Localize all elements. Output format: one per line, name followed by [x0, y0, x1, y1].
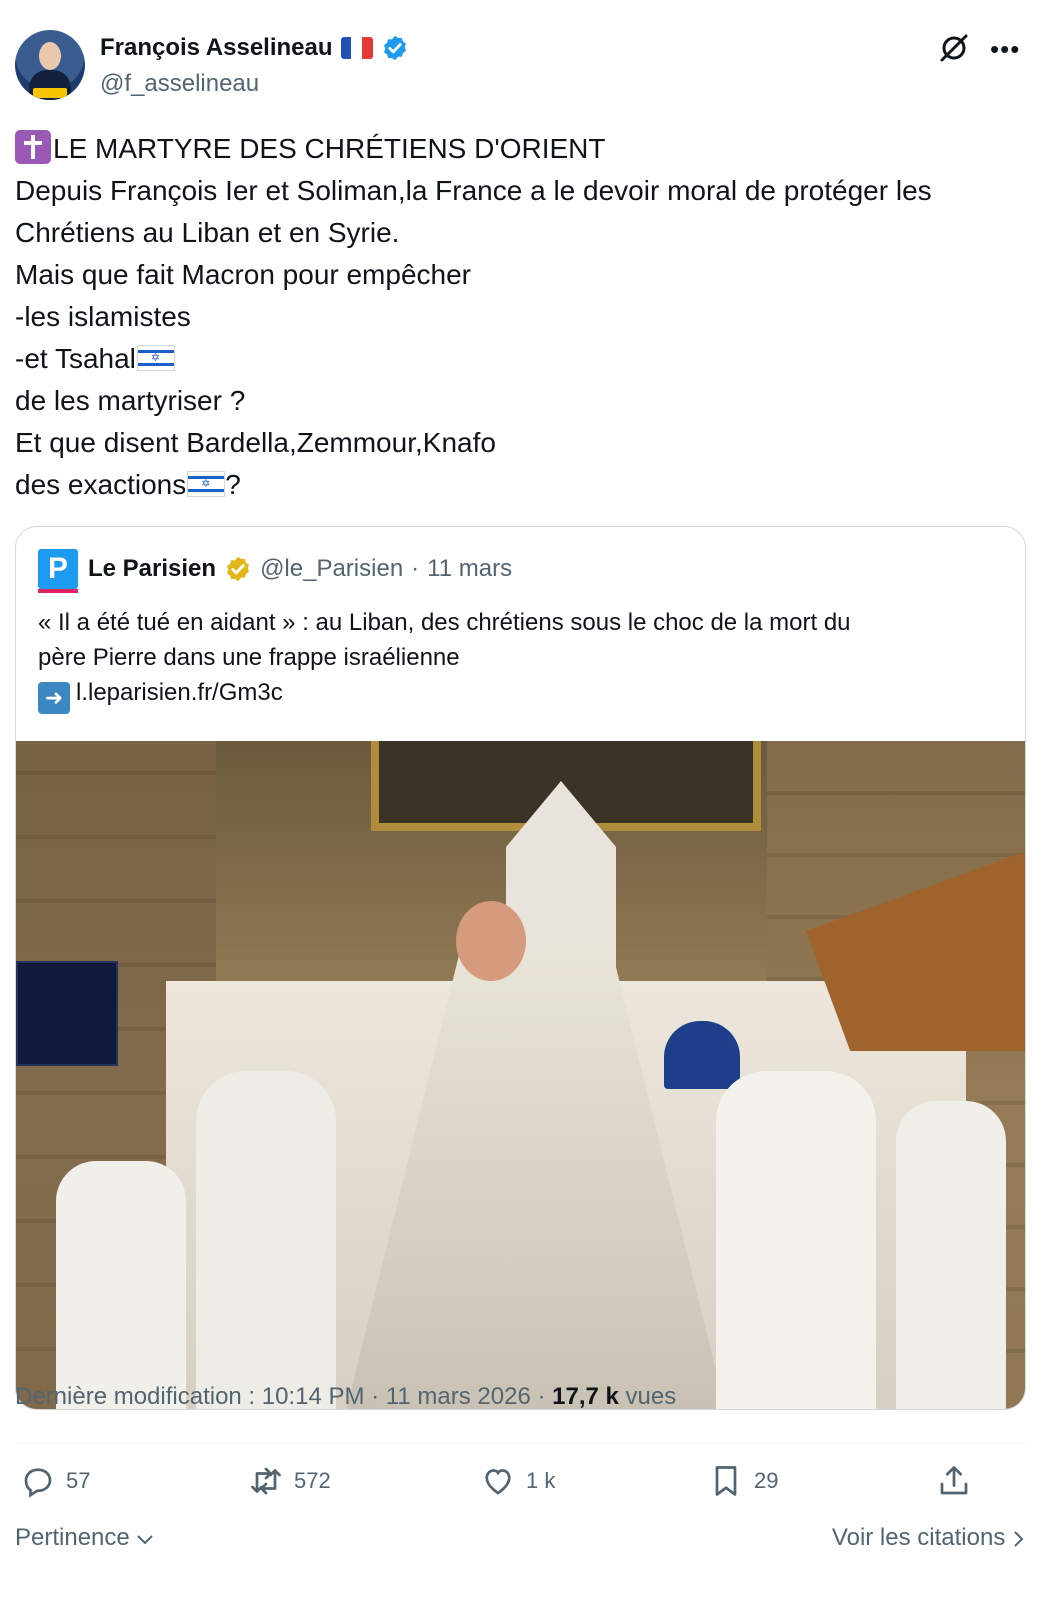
avatar-face [39, 42, 61, 70]
replies-header: Pertinence Voir les citations [15, 1522, 1026, 1562]
quoted-link-line: ➜ l.leparisien.fr/Gm3c [38, 675, 998, 714]
quoted-separator: · [411, 555, 420, 582]
photo-child [196, 1071, 336, 1409]
bookmark-count: 29 [754, 1468, 779, 1493]
chevron-down-icon [137, 1534, 154, 1545]
repost-count: 572 [294, 1468, 331, 1493]
tweet-detail: François Asselineau @f_asselineau ••• LE… [0, 0, 1041, 1621]
heart-icon [485, 1469, 511, 1495]
view-quotes-link[interactable]: Voir les citations [832, 1524, 1026, 1552]
tweet-line-8: Et que disent Bardella,Zemmour,Knafo [15, 427, 496, 458]
right-arrow-emoji-icon: ➜ [38, 682, 70, 714]
quoted-date[interactable]: 11 mars [427, 555, 512, 583]
tweet-line-text: LE MARTYRE DES CHRÉTIENS D'ORIENT [53, 133, 606, 164]
grok-icon[interactable] [938, 32, 970, 64]
israel-flag-icon: ✡ [136, 345, 175, 371]
bookmark-button[interactable]: 29 [708, 1463, 778, 1499]
tweet-line-6: -et Tsahal ✡ [15, 338, 1025, 380]
tweet-line-9: des exactions ✡? [15, 464, 1025, 506]
quoted-line-1: « Il a été tué en aidant » : au Liban, d… [38, 609, 851, 636]
reply-icon [24, 1468, 52, 1498]
action-bar: 57 572 1 k 29 [0, 1463, 1041, 1523]
views-label: vues [618, 1383, 677, 1410]
tweet-line-1: LE MARTYRE DES CHRÉTIENS D'ORIENT [15, 128, 1025, 170]
author-display-name[interactable]: François Asselineau [100, 34, 333, 62]
le-parisien-logo-icon[interactable]: P [38, 549, 78, 593]
quoted-line-2: père Pierre dans une frappe israélienne [38, 644, 460, 671]
views-count: 17,7 k [552, 1383, 619, 1410]
tweet-line-2: Depuis François Ier et Soliman,la France… [15, 175, 932, 206]
chevron-right-icon [1014, 1530, 1024, 1547]
quoted-link[interactable]: l.leparisien.fr/Gm3c [76, 679, 283, 706]
tweet-line-text: des exactions [15, 469, 187, 500]
avatar[interactable] [15, 30, 85, 100]
quoted-tweet-photo[interactable] [16, 741, 1025, 1409]
quoted-tweet-card[interactable]: P Le Parisien @le_Parisien · 11 mars « I… [15, 526, 1026, 1410]
like-button[interactable]: 1 k [480, 1463, 555, 1499]
repost-icon [251, 1467, 281, 1495]
tweet-line-7: de les martyriser ? [15, 385, 246, 416]
israel-flag-icon: ✡ [187, 471, 226, 497]
divider [15, 1443, 1026, 1444]
edited-timestamp[interactable]: Dernière modification : 10:14 PM · 11 ma… [15, 1383, 552, 1410]
tweet-line-text: ? [225, 469, 241, 500]
bookmark-icon [715, 1466, 737, 1496]
author-name-row: François Asselineau [100, 34, 409, 62]
quoted-tweet-header: Le Parisien @le_Parisien · 11 mars [88, 555, 512, 583]
photo-child [896, 1101, 1006, 1409]
tweet-line-4: Mais que fait Macron pour empêcher [15, 259, 471, 290]
latin-cross-emoji-icon [15, 130, 51, 164]
reply-count: 57 [66, 1468, 91, 1493]
tweet-metadata: Dernière modification : 10:14 PM · 11 ma… [15, 1383, 676, 1411]
photo-religious-icon [664, 1021, 740, 1089]
like-count: 1 k [526, 1468, 556, 1493]
photo-priest-head [456, 901, 526, 981]
france-flag-icon [340, 37, 373, 59]
repost-button[interactable]: 572 [248, 1463, 331, 1499]
sort-dropdown[interactable]: Pertinence [15, 1524, 154, 1552]
verified-organization-badge-icon [227, 556, 250, 582]
quoted-author-name[interactable]: Le Parisien [88, 555, 216, 583]
share-button[interactable] [936, 1463, 972, 1499]
author-handle[interactable]: @f_asselineau [100, 70, 259, 98]
tweet-text: LE MARTYRE DES CHRÉTIENS D'ORIENT Depuis… [15, 128, 1025, 506]
more-options-icon[interactable]: ••• [990, 36, 1020, 62]
share-icon [940, 1466, 968, 1495]
photo-signboard [16, 961, 118, 1066]
verified-badge-icon [383, 35, 406, 61]
tweet-line-5: -les islamistes [15, 301, 191, 332]
photo-child [56, 1161, 186, 1409]
sort-label: Pertinence [15, 1524, 130, 1551]
photo-child [716, 1071, 876, 1409]
quoted-author-handle[interactable]: @le_Parisien [260, 555, 403, 583]
tweet-line-3: Chrétiens au Liban et en Syrie. [15, 217, 400, 248]
quoted-tweet-text: « Il a été tué en aidant » : au Liban, d… [38, 605, 998, 714]
avatar-badge [33, 88, 67, 98]
reply-button[interactable]: 57 [20, 1463, 90, 1499]
tweet-line-text: -et Tsahal [15, 343, 136, 374]
view-quotes-label: Voir les citations [831, 1524, 1006, 1551]
